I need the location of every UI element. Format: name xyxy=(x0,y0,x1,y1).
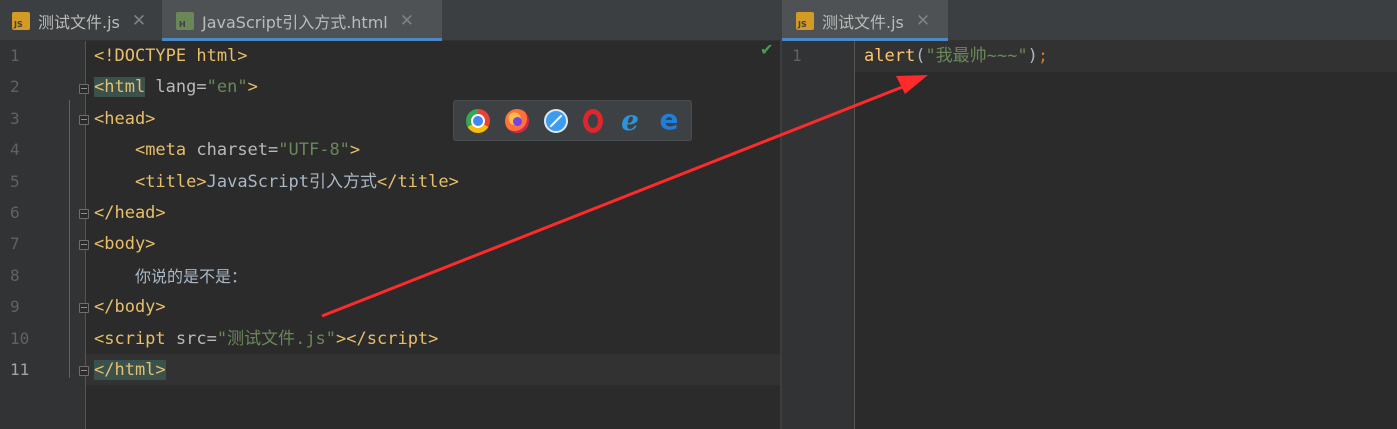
line-number: 1 xyxy=(792,46,802,65)
close-icon[interactable]: ✕ xyxy=(916,11,930,31)
code-token: "en" xyxy=(206,77,248,98)
code-token: <html xyxy=(94,77,146,98)
left-tab-bar: JS 测试文件.js ✕ H JavaScript引入方式.html ✕ xyxy=(0,0,780,41)
edge-icon[interactable]: e xyxy=(657,105,681,133)
fold-marker-icon[interactable] xyxy=(79,303,89,313)
opera-icon[interactable] xyxy=(583,108,603,133)
code-token: lang= xyxy=(145,77,207,98)
code-token: <!DOCTYPE html> xyxy=(94,46,248,66)
fold-marker-icon[interactable] xyxy=(79,366,89,376)
code-token: </title> xyxy=(376,171,459,192)
code-token: script> xyxy=(366,328,439,349)
fold-marker-icon[interactable] xyxy=(79,84,89,94)
gutter-divider xyxy=(854,41,855,429)
fold-marker-icon[interactable] xyxy=(79,240,89,250)
tab-test-js-left[interactable]: JS 测试文件.js ✕ xyxy=(0,0,160,41)
code-token: alert xyxy=(864,46,916,66)
code-line: </html> xyxy=(94,355,166,386)
fold-marker-icon[interactable] xyxy=(79,209,89,219)
code-token: ( xyxy=(915,46,926,66)
ie-icon[interactable]: e xyxy=(618,106,642,134)
fold-marker-icon[interactable] xyxy=(79,115,89,125)
line-number: 8 xyxy=(10,265,20,285)
code-token: ></ xyxy=(336,328,367,349)
line-number-gutter xyxy=(782,41,854,429)
right-tab-bar: JS 测试文件.js ✕ xyxy=(782,0,1397,41)
close-icon[interactable]: ✕ xyxy=(400,11,414,31)
code-token: JavaScript引入方式 xyxy=(206,171,377,192)
js-code-editor[interactable]: alert("我最帅~~~"); xyxy=(864,41,1397,429)
code-token: <meta xyxy=(134,140,187,161)
code-line: </body> xyxy=(94,292,166,323)
code-token: 你说的是不是： xyxy=(134,266,247,286)
close-icon[interactable]: ✕ xyxy=(132,11,146,31)
code-line: <head> xyxy=(94,104,155,135)
tab-javascript-html[interactable]: H JavaScript引入方式.html ✕ xyxy=(162,0,442,41)
line-number: 11 xyxy=(10,360,30,379)
js-file-icon: JS xyxy=(796,11,814,30)
code-token: "我最帅~~~" xyxy=(925,46,1028,66)
code-line: <script src="测试文件.js"></script> xyxy=(94,324,438,355)
code-line: alert("我最帅~~~"); xyxy=(864,41,1048,72)
code-token: <script xyxy=(94,328,166,349)
firefox-icon[interactable] xyxy=(505,108,529,133)
code-token: "测试文件.js" xyxy=(216,328,337,349)
js-file-icon: JS xyxy=(12,11,30,30)
line-number: 7 xyxy=(10,234,20,254)
tab-label: 测试文件.js xyxy=(38,12,120,32)
line-number: 4 xyxy=(10,140,20,160)
code-token: > xyxy=(349,140,361,161)
line-number: 2 xyxy=(10,77,20,97)
code-token: </body> xyxy=(94,297,166,318)
code-token: charset= xyxy=(186,140,279,161)
tab-test-js-right[interactable]: JS 测试文件.js ✕ xyxy=(782,0,948,41)
code-token: src= xyxy=(165,328,217,349)
code-token: <head> xyxy=(94,108,156,129)
fold-guide-line xyxy=(69,100,70,378)
code-line: <meta charset="UTF-8"> xyxy=(94,135,360,166)
left-editor-pane: JS 测试文件.js ✕ H JavaScript引入方式.html ✕ 1 2 3… xyxy=(0,0,780,429)
code-line: <body> xyxy=(94,229,155,260)
code-token: > xyxy=(247,77,258,98)
code-token: "UTF-8" xyxy=(278,140,350,161)
line-number: 10 xyxy=(10,328,30,348)
right-editor-pane: JS 测试文件.js ✕ 1 alert("我最帅~~~"); xyxy=(782,0,1397,429)
code-token: </html> xyxy=(94,360,166,380)
line-number: 3 xyxy=(10,108,20,128)
chrome-icon[interactable] xyxy=(466,108,490,133)
code-token: <title> xyxy=(134,171,207,192)
code-token: ; xyxy=(1037,46,1049,66)
line-number: 6 xyxy=(10,203,20,222)
tab-label: 测试文件.js xyxy=(822,12,904,32)
code-line: <html lang="en"> xyxy=(94,72,258,103)
code-line: <title>JavaScript引入方式</title> xyxy=(94,167,459,198)
safari-icon[interactable] xyxy=(544,108,568,133)
html-file-icon: H xyxy=(176,11,194,30)
code-line: 你说的是不是： xyxy=(94,261,247,292)
line-number: 9 xyxy=(10,297,20,317)
line-number: 5 xyxy=(10,171,20,191)
code-token: <body> xyxy=(94,234,156,255)
code-line: </head> xyxy=(94,198,166,229)
inspection-ok-icon[interactable]: ✔ xyxy=(760,40,773,59)
browser-preview-toolbar: e e xyxy=(453,100,692,141)
line-number: 1 xyxy=(10,46,20,65)
code-line: <!DOCTYPE html> xyxy=(94,41,248,72)
code-token: </head> xyxy=(94,203,166,223)
code-token: ) xyxy=(1027,46,1038,66)
tab-label: JavaScript引入方式.html xyxy=(202,12,388,32)
